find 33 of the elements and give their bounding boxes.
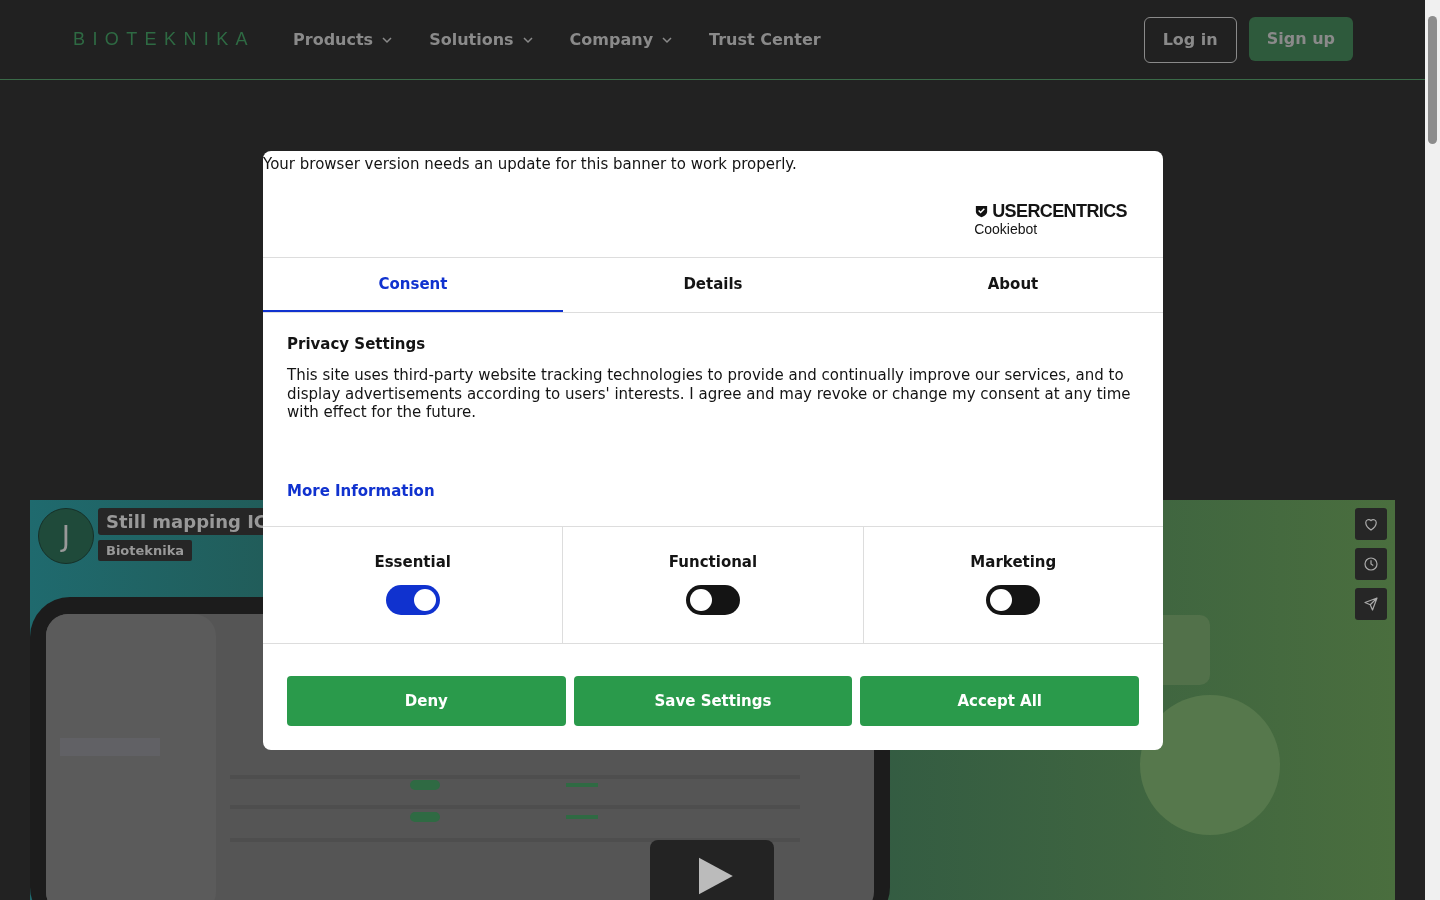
consent-button[interactable]: Deny (287, 676, 566, 726)
logo[interactable]: BIOTEKNIKA (73, 29, 256, 50)
nav-link[interactable]: Products (293, 30, 394, 49)
play-button[interactable] (650, 840, 774, 900)
like-button[interactable] (1355, 508, 1387, 540)
toggle-switch[interactable] (686, 585, 740, 615)
category-label: Functional (668, 553, 758, 571)
consent-button[interactable]: Accept All (860, 676, 1139, 726)
category-label: Essential (374, 553, 451, 571)
send-icon (1362, 595, 1380, 613)
login-button[interactable]: Log in (1143, 16, 1237, 63)
toggle-switch[interactable] (986, 585, 1041, 615)
consent-button[interactable]: Save Settings (573, 676, 853, 726)
brand-subtitle: Cookiebot (974, 222, 1039, 236)
nav-link[interactable]: Company (569, 30, 674, 49)
dialog-tab[interactable]: Consent (263, 258, 563, 312)
share-button[interactable] (1355, 588, 1387, 620)
dialog-heading: Privacy Settings (287, 335, 426, 353)
category-label: Marketing (970, 553, 1057, 571)
consent-description: This site uses third-party website tracking technologies to provide and continually improve our services, and to display advertisements according to users' interests. I agree and may revoke or change my consent at any time with effect for the future. (287, 366, 1132, 422)
nav-link[interactable]: Solutions (429, 30, 534, 49)
brand-name: USERCENTRICS (992, 201, 1127, 222)
dialog-tab[interactable]: Details (563, 258, 863, 312)
more-information-link[interactable]: More Information (287, 482, 435, 500)
watch-later-button[interactable] (1355, 548, 1387, 580)
notice-text: Your browser version needs an update for this banner to work properly. (263, 155, 798, 173)
scrollbar[interactable] (1425, 0, 1440, 900)
nav-link[interactable]: Trust Center (709, 30, 821, 49)
shield-icon (974, 204, 990, 219)
channel-name[interactable]: Bioteknika (98, 540, 193, 561)
toggle-switch[interactable] (385, 585, 440, 615)
clock-icon (1362, 555, 1380, 573)
dialog-tab[interactable]: About (863, 258, 1163, 312)
